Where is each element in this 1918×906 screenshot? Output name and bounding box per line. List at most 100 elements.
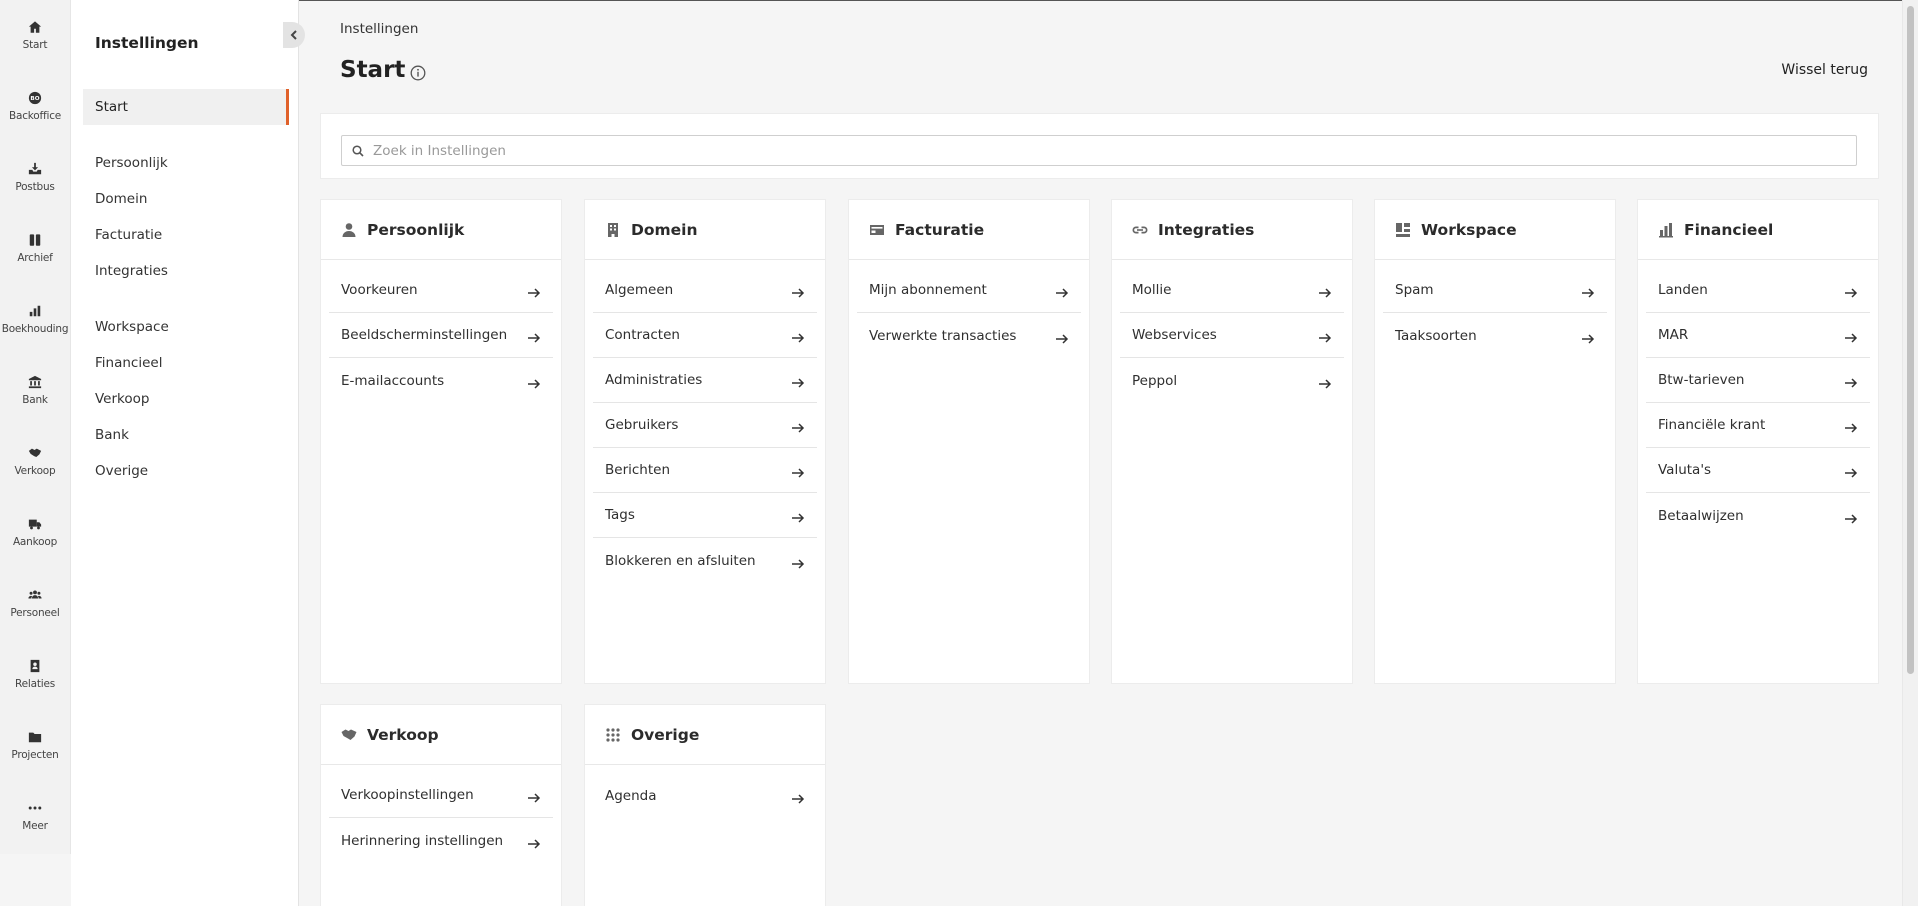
rail-item-archief[interactable]: Archief xyxy=(0,213,70,284)
settings-link-betaalwijzen[interactable]: Betaalwijzen xyxy=(1646,493,1870,538)
settings-link-btw-tarieven[interactable]: Btw-tarieven xyxy=(1646,358,1870,403)
arrow-right-icon xyxy=(1055,284,1069,298)
card-list: Algemeen Contracten Administraties Gebru… xyxy=(585,260,825,583)
arrow-right-icon xyxy=(791,284,805,298)
card-list: Agenda xyxy=(585,765,825,818)
rail-item-verkoop[interactable]: Verkoop xyxy=(0,426,70,497)
rail-label: Postbus xyxy=(15,181,55,193)
rail-label: Bank xyxy=(22,394,48,406)
rail-label: Aankoop xyxy=(12,536,58,548)
rail-item-personeel[interactable]: Personeel xyxy=(0,568,70,639)
settings-link-mar[interactable]: MAR xyxy=(1646,313,1870,358)
settings-link-tags[interactable]: Tags xyxy=(593,493,817,538)
sidebar-item-bank[interactable]: Bank xyxy=(83,417,289,453)
card-header: Domein xyxy=(585,200,825,260)
rail-label: Archief xyxy=(17,252,53,264)
arrow-right-icon xyxy=(1318,375,1332,389)
sidebar-title: Instellingen xyxy=(95,34,199,52)
card-header: Overige xyxy=(585,705,825,765)
arrow-right-icon xyxy=(1844,374,1858,388)
settings-link-spam[interactable]: Spam xyxy=(1383,268,1607,313)
rail-item-meer[interactable]: Meer xyxy=(0,781,70,852)
sidebar-item-persoonlijk[interactable]: Persoonlijk xyxy=(83,145,289,181)
person-icon xyxy=(341,222,357,238)
workspace-icon xyxy=(1395,222,1411,238)
settings-link-e-mailaccounts[interactable]: E-mailaccounts xyxy=(329,358,553,403)
arrow-right-icon xyxy=(527,789,541,803)
settings-link-blokkeren-en-afsluiten[interactable]: Blokkeren en afsluiten xyxy=(593,538,817,583)
search-icon xyxy=(352,144,364,157)
people-icon xyxy=(28,588,42,602)
settings-link-algemeen[interactable]: Algemeen xyxy=(593,268,817,313)
sidebar-item-workspace[interactable]: Workspace xyxy=(83,309,289,345)
settings-link-administraties[interactable]: Administraties xyxy=(593,358,817,403)
arrow-right-icon xyxy=(527,835,541,849)
settings-link-voorkeuren[interactable]: Voorkeuren xyxy=(329,268,553,313)
search-input[interactable] xyxy=(373,142,1856,159)
card-facturatie: Facturatie Mijn abonnement Verwerkte tra… xyxy=(848,199,1090,684)
settings-link-contracten[interactable]: Contracten xyxy=(593,313,817,358)
breadcrumb[interactable]: Instellingen xyxy=(340,21,418,37)
info-icon[interactable] xyxy=(410,65,426,81)
settings-link-beeldscherminstellingen[interactable]: Beeldscherminstellingen xyxy=(329,313,553,358)
rail-item-start[interactable]: Start xyxy=(0,0,70,71)
card-list: Mijn abonnement Verwerkte transacties xyxy=(849,260,1089,358)
settings-link-gebruikers[interactable]: Gebruikers xyxy=(593,403,817,448)
search-panel xyxy=(320,113,1879,179)
search-box[interactable] xyxy=(341,135,1857,166)
card-financieel: Financieel Landen MAR Btw-tarieven Finan… xyxy=(1637,199,1879,684)
card-title: Overige xyxy=(631,725,700,744)
settings-link-valutas[interactable]: Valuta's xyxy=(1646,448,1870,493)
settings-link-agenda[interactable]: Agenda xyxy=(593,773,817,818)
sidebar-item-verkoop[interactable]: Verkoop xyxy=(83,381,289,417)
arrow-right-icon xyxy=(1844,419,1858,433)
settings-link-webservices[interactable]: Webservices xyxy=(1120,313,1344,358)
arrow-right-icon xyxy=(791,464,805,478)
more-icon xyxy=(28,801,42,815)
settings-link-taaksoorten[interactable]: Taaksoorten xyxy=(1383,313,1607,358)
link-icon xyxy=(1132,222,1148,238)
sidebar-item-overige[interactable]: Overige xyxy=(83,453,289,489)
settings-link-financiele-krant[interactable]: Financiële krant xyxy=(1646,403,1870,448)
settings-link-herinnering-instellingen[interactable]: Herinnering instellingen xyxy=(329,818,553,863)
settings-link-mollie[interactable]: Mollie xyxy=(1120,268,1344,313)
rail-item-backoffice[interactable]: BO Backoffice xyxy=(0,71,70,142)
bank-icon xyxy=(28,375,42,389)
app-rail: Start BO Backoffice Postbus Archief Boek… xyxy=(0,0,71,854)
scrollbar-thumb[interactable] xyxy=(1907,6,1914,674)
rail-label: Start xyxy=(22,39,48,51)
arrow-right-icon xyxy=(527,375,541,389)
rail-item-projecten[interactable]: Projecten xyxy=(0,710,70,781)
card-header: Workspace xyxy=(1375,200,1615,260)
sidebar-item-domein[interactable]: Domein xyxy=(83,181,289,217)
switch-back-link[interactable]: Wissel terug xyxy=(1781,62,1868,78)
rail-item-postbus[interactable]: Postbus xyxy=(0,142,70,213)
sidebar-item-facturatie[interactable]: Facturatie xyxy=(83,217,289,253)
card-header: Integraties xyxy=(1112,200,1352,260)
settings-link-verkoopinstellingen[interactable]: Verkoopinstellingen xyxy=(329,773,553,818)
card-header: Financieel xyxy=(1638,200,1878,260)
settings-sidebar: Instellingen Start Persoonlijk Domein Fa… xyxy=(71,0,305,906)
arrow-right-icon xyxy=(1844,329,1858,343)
rail-item-bank[interactable]: Bank xyxy=(0,355,70,426)
inbox-icon xyxy=(28,162,42,176)
arrow-right-icon xyxy=(1581,330,1595,344)
sidebar-item-integraties[interactable]: Integraties xyxy=(83,253,289,289)
sidebar-item-start[interactable]: Start xyxy=(83,89,289,125)
truck-icon xyxy=(28,517,42,531)
settings-link-berichten[interactable]: Berichten xyxy=(593,448,817,493)
rail-item-aankoop[interactable]: Aankoop xyxy=(0,497,70,568)
contact-book-icon xyxy=(28,659,42,673)
rail-item-relaties[interactable]: Relaties xyxy=(0,639,70,710)
settings-link-landen[interactable]: Landen xyxy=(1646,268,1870,313)
rail-item-boekhouding[interactable]: Boekhouding xyxy=(0,284,70,355)
settings-link-peppol[interactable]: Peppol xyxy=(1120,358,1344,403)
vertical-scrollbar[interactable] xyxy=(1902,0,1918,906)
billing-icon xyxy=(869,222,885,238)
rail-label: Relaties xyxy=(14,678,55,690)
settings-link-verwerkte-transacties[interactable]: Verwerkte transacties xyxy=(857,313,1081,358)
arrow-right-icon xyxy=(1055,330,1069,344)
settings-link-mijn-abonnement[interactable]: Mijn abonnement xyxy=(857,268,1081,313)
card-integraties: Integraties Mollie Webservices Peppol xyxy=(1111,199,1353,684)
sidebar-item-financieel[interactable]: Financieel xyxy=(83,345,289,381)
